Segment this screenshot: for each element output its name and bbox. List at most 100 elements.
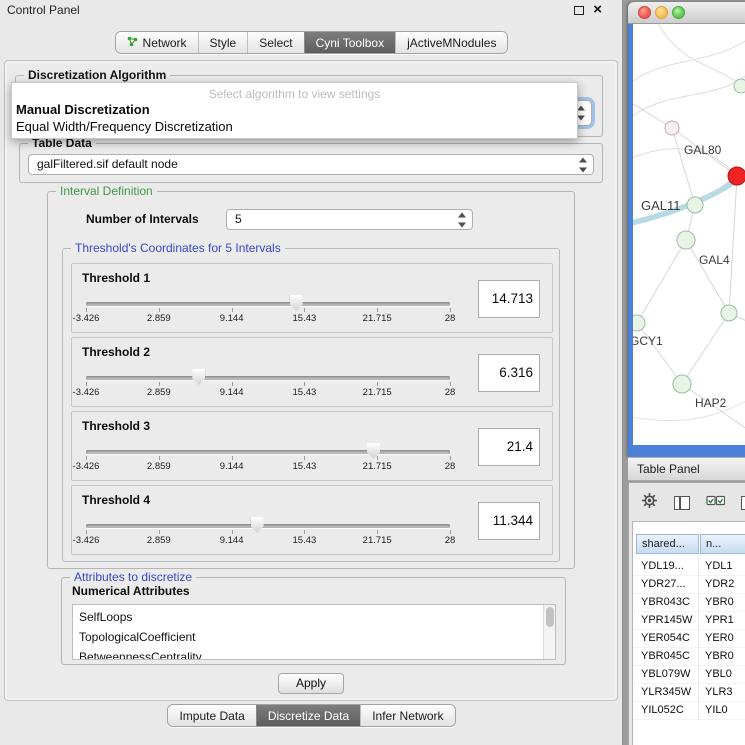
close-traffic-light-icon[interactable] xyxy=(638,6,651,19)
threshold-panel: Threshold 1-3.4262.8599.14415.4321.71528… xyxy=(71,263,553,333)
tab-network[interactable]: Network xyxy=(116,32,198,53)
table-cell: YIL052C xyxy=(636,702,699,720)
tick-label: 15.43 xyxy=(293,313,317,324)
table-panel-header[interactable]: Table Panel xyxy=(628,457,745,481)
column-header[interactable]: shared... xyxy=(636,534,699,554)
tab-select[interactable]: Select xyxy=(247,32,303,53)
table-row[interactable]: YBL079WYBL0 xyxy=(633,666,745,684)
tick-mark xyxy=(304,530,305,534)
threshold-slider-track[interactable] xyxy=(86,376,450,380)
tick-mark xyxy=(304,382,305,386)
scrollbar-thumb[interactable] xyxy=(546,607,554,627)
tab-jactivemnodules[interactable]: jActiveMNodules xyxy=(395,32,507,53)
unnamed-node[interactable] xyxy=(721,305,737,321)
minimize-traffic-light-icon[interactable] xyxy=(655,6,668,19)
network-tab-icon xyxy=(127,36,138,50)
network-edge[interactable] xyxy=(633,34,745,86)
tick-label: 28 xyxy=(445,461,456,472)
table-row[interactable]: YBR043CYBR0 xyxy=(633,594,745,612)
control-panel: Control Panel × NetworkStyleSelectCyni T… xyxy=(0,0,623,745)
threshold-value-field[interactable]: 6.316 xyxy=(478,354,540,392)
gear-icon[interactable] xyxy=(641,492,658,514)
algorithm-option[interactable]: Manual Discretization xyxy=(12,101,577,118)
table-data-combo[interactable]: galFiltered.sif default node xyxy=(28,154,594,175)
combo-stepper-icon[interactable] xyxy=(577,106,586,121)
network-edge[interactable] xyxy=(637,323,682,384)
apply-button[interactable]: Apply xyxy=(278,673,344,694)
network-edge[interactable] xyxy=(682,313,729,384)
tick-mark xyxy=(159,308,160,312)
hap2-node[interactable] xyxy=(673,375,691,393)
threshold-slider-track[interactable] xyxy=(86,524,450,528)
tab-label: Impute Data xyxy=(179,709,244,723)
unnamed-node[interactable] xyxy=(734,79,745,93)
tick-mark xyxy=(232,382,233,386)
number-of-intervals-combo[interactable]: 5 xyxy=(226,209,473,230)
column-header[interactable]: n... xyxy=(700,534,745,554)
attributes-group: Attributes to discretize Numerical Attri… xyxy=(61,577,566,665)
gal80-node[interactable] xyxy=(665,121,679,135)
algorithm-option[interactable]: Equal Width/Frequency Discretization xyxy=(12,118,577,135)
network-edge[interactable] xyxy=(686,240,729,313)
network-edge[interactable] xyxy=(633,68,745,120)
table-row[interactable]: YER054CYER0 xyxy=(633,630,745,648)
threshold-slider-thumb[interactable] xyxy=(290,295,303,311)
network-window-titlebar[interactable] xyxy=(628,2,745,24)
thresholds-group: Threshold's Coordinates for 5 Intervals … xyxy=(62,248,560,562)
combo-value: galFiltered.sif default node xyxy=(37,155,571,174)
threshold-value-field[interactable]: 11.344 xyxy=(478,502,540,540)
tab-label: Infer Network xyxy=(372,709,443,723)
float-window-icon[interactable] xyxy=(574,6,584,15)
tick-mark xyxy=(86,530,87,534)
bottom-tabs-segmented-control: Impute Data Discretize Data Infer Network xyxy=(167,704,455,727)
columns-icon[interactable] xyxy=(674,496,690,510)
zoom-traffic-light-icon[interactable] xyxy=(672,6,685,19)
table-row[interactable]: YBR045CYBR0 xyxy=(633,648,745,666)
gal4-node[interactable] xyxy=(677,231,695,249)
list-item[interactable]: SelfLoops xyxy=(73,607,555,627)
network-edge[interactable] xyxy=(637,240,686,323)
close-icon[interactable]: × xyxy=(593,4,602,16)
tab-style[interactable]: Style xyxy=(198,32,248,53)
table-row[interactable]: YDR27...YDR2 xyxy=(633,576,745,594)
table-row[interactable]: YLR345WYLR3 xyxy=(633,684,745,702)
table-row[interactable]: YPR145WYPR1 xyxy=(633,612,745,630)
threshold-slider-thumb[interactable] xyxy=(192,369,205,385)
list-item[interactable]: BetweennessCentrality xyxy=(73,647,555,660)
threshold-value-field[interactable]: 21.4 xyxy=(478,428,540,466)
list-scrollbar[interactable] xyxy=(543,605,555,659)
tick-mark xyxy=(450,382,451,386)
threshold-slider-track[interactable] xyxy=(86,302,450,306)
tab-cyni-toolbox[interactable]: Cyni Toolbox xyxy=(304,32,395,53)
node-attribute-table[interactable]: shared...n... YDL19...YDL1YDR27...YDR2YB… xyxy=(632,521,745,745)
list-item[interactable]: TopologicalCoefficient xyxy=(73,627,555,647)
threshold-slider-track[interactable] xyxy=(86,450,450,454)
combo-stepper-icon[interactable] xyxy=(579,157,588,172)
table-row[interactable]: YDL19...YDL1 xyxy=(633,558,745,576)
threshold-slider-thumb[interactable] xyxy=(251,517,264,533)
network-edge[interactable] xyxy=(729,176,737,313)
gcy1-node[interactable] xyxy=(633,315,645,331)
toolbar-icon-partial[interactable] xyxy=(741,496,745,510)
tab-infer-network[interactable]: Infer Network xyxy=(360,705,454,726)
combo-stepper-icon[interactable] xyxy=(458,212,467,227)
threshold-value-field[interactable]: 14.713 xyxy=(478,280,540,318)
tab-impute-data[interactable]: Impute Data xyxy=(168,705,255,726)
algorithm-dropdown: Select algorithm to view settings Manual… xyxy=(11,82,578,139)
tab-discretize-data[interactable]: Discretize Data xyxy=(256,705,360,726)
gal11-node[interactable] xyxy=(687,197,703,213)
tick-label: -3.426 xyxy=(73,387,100,398)
tick-label: 21.715 xyxy=(363,461,392,472)
network-edge[interactable] xyxy=(655,24,745,102)
number-of-intervals-label: Number of Intervals xyxy=(86,212,199,226)
network-canvas[interactable]: GAL80GAL11GAL4GCY1HAP2 xyxy=(633,24,745,445)
network-edge[interactable] xyxy=(672,128,695,205)
network-edge[interactable] xyxy=(633,396,745,421)
threshold-label: Threshold 4 xyxy=(82,493,150,507)
unnamed-node[interactable] xyxy=(728,167,745,185)
select-columns-checkboxes-icon[interactable] xyxy=(706,494,725,512)
numerical-attributes-list[interactable]: SelfLoopsTopologicalCoefficientBetweenne… xyxy=(72,604,556,660)
network-view-window: GAL80GAL11GAL4GCY1HAP2 xyxy=(628,2,745,457)
table-row[interactable]: YIL052CYIL0 xyxy=(633,702,745,720)
threshold-panel: Threshold 4-3.4262.8599.14415.4321.71528… xyxy=(71,485,553,555)
